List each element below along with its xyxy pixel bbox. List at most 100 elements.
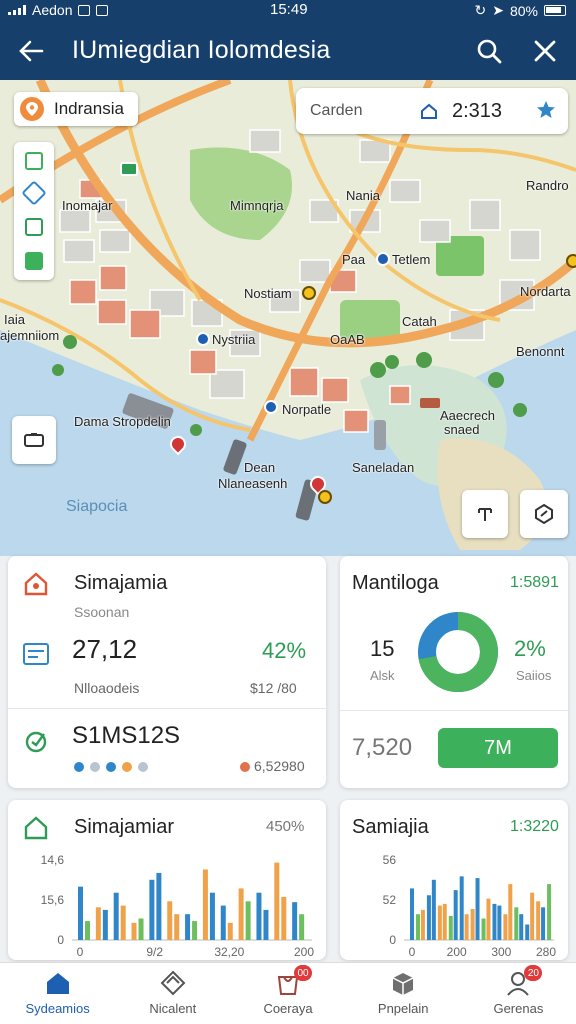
poi-marker[interactable] [376,252,390,266]
divider [8,708,326,709]
star-icon[interactable] [536,100,556,120]
nav-label: Nicalent [149,1001,197,1016]
bar-series-b [174,914,180,940]
arrow-left-icon [19,40,44,62]
bar-series-b [156,872,162,940]
layer-traffic-icon[interactable] [25,252,43,270]
bottom-navigation: Sydeamios Nicalent 00 Coeraya Pnpelain 2… [0,962,576,1024]
map-label: Nania [346,188,380,203]
poi-marker[interactable] [318,490,332,504]
map-mode-button[interactable] [12,416,56,464]
bar-series-a [185,914,191,940]
poi-marker[interactable] [566,254,576,268]
chart-card[interactable]: Samiajia 1:3220 56 52 0 0 200 300 280 [340,800,568,960]
map-label: Saneladan [352,460,415,475]
status-time: 15:49 [270,1,308,18]
bar-series-a [202,869,208,940]
right-value: 2% [514,636,546,661]
water-label: Siapocia [66,498,128,515]
map-search-card[interactable]: Carden 2:313 [296,88,568,134]
person-icon: 20 [504,965,543,997]
nav-label: Gerenas [493,1001,544,1016]
map-label: Nostiam [244,286,292,301]
nav-item-home[interactable]: Sydeamios [0,963,115,1024]
close-button[interactable] [528,34,562,68]
layer-transit-icon[interactable] [25,218,43,236]
card-row-value: $12 /80 [250,680,297,696]
map-label: OaAB [330,332,365,347]
back-button[interactable] [14,34,48,68]
y-tick-label: 0 [57,933,64,947]
poi-marker[interactable] [264,400,278,414]
bar-chart: 56 52 00 200 300 280 [383,853,557,958]
home-icon[interactable] [420,102,438,120]
bar-series-b [138,918,144,940]
map-label: snaed [444,422,480,437]
nav-item-explore[interactable]: Nicalent [115,963,230,1024]
x-tick-label: 0 [409,945,416,958]
map-view[interactable]: Inomajar Mimnqrja Nania Randro Paa Tetle… [0,80,576,556]
y-tick-label: 56 [383,853,397,867]
donut-chart [418,612,498,692]
layer-satellite-icon[interactable] [21,180,47,206]
bar-series-a [274,862,280,940]
chart-card[interactable]: Simajamiar 450% 14,6 15,6 0 0 9/2 32,20 200 [8,800,326,960]
bar-series-b [299,914,305,940]
bar-series-a [431,879,436,940]
bar-series-b [263,909,269,940]
search-button[interactable] [472,34,506,68]
camera-icon [24,433,44,447]
carrier-label: Aedon [32,2,73,18]
y-tick-label: 0 [389,933,396,947]
location-pin-icon [20,97,44,121]
poi-marker[interactable] [196,332,210,346]
series-dot [138,762,148,772]
map-label: Nordarta [520,284,571,299]
layer-terrain-icon[interactable] [25,152,43,170]
measure-button[interactable] [462,490,508,538]
card-title: Simajamia [74,572,168,594]
series-dots [74,762,148,772]
bar-chart: 14,6 15,6 00 9/2 32,20 200 [41,853,315,958]
bar-series-b [525,924,530,940]
bar-series-b [209,892,215,940]
bar-series-a [464,914,469,940]
distribution-card[interactable]: Mantiloga 1:5891 15 Alsk 2% Saiios 7,520… [340,556,568,788]
nav-label: Sydeamios [25,1001,90,1016]
notification-icon [78,4,91,16]
diamond-icon [159,969,187,997]
series-dot [122,762,132,772]
home-icon [44,969,72,997]
nav-item-packages[interactable]: Pnpelain [346,963,461,1024]
nav-item-orders[interactable]: 00 Coeraya [230,963,345,1024]
bus-stop-marker[interactable] [120,162,138,176]
y-tick-label: 15,6 [41,893,65,907]
poi-marker[interactable] [302,286,316,300]
notification-badge: 20 [524,965,543,981]
bar-series-a [420,909,425,940]
bar-series-a [497,905,502,940]
bar-series-a [95,907,101,940]
map-layer-panel [14,142,54,280]
bar-series-a [519,914,524,940]
my-location-button[interactable] [520,490,568,538]
map-label: Norpatle [282,402,332,417]
card-row-label: Nlloaodeis [74,680,140,696]
summary-card[interactable]: Simajamia Ssoonan 27,12 42% Nlloaodeis $… [8,556,326,788]
card-footer-value: 6,52980 [254,758,305,774]
bar-series-a [541,907,546,940]
bag-icon: 00 [274,965,312,997]
bar-series-b [492,903,497,940]
page-title: IUmiegdian Iolomdesia [72,36,331,64]
bar-series-a [442,903,447,940]
card-title: Simajamiar [74,816,175,838]
ruler-icon [478,508,492,521]
battery-icon [544,5,566,16]
bar-series-a [238,888,244,940]
house-icon [24,816,48,840]
primary-action-button[interactable]: 7M [438,728,558,768]
location-chip[interactable]: Indransia [14,92,138,126]
y-tick-label: 52 [383,893,397,907]
nav-item-profile[interactable]: 20 Gerenas [461,963,576,1024]
map-search-value: 2:313 [452,100,503,122]
